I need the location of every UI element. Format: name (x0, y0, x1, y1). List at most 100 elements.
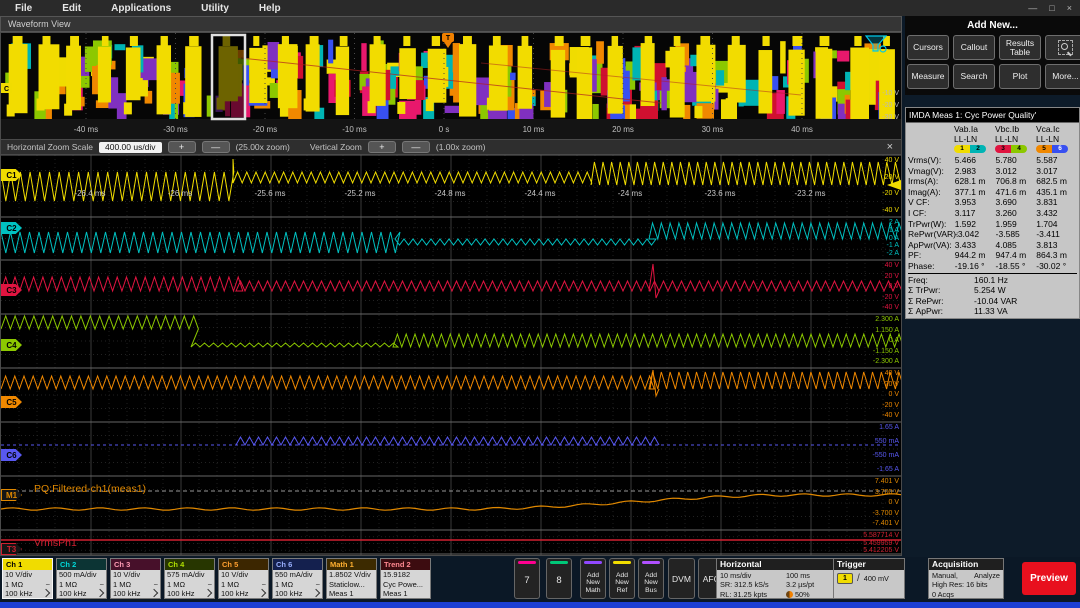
h-zoom-value-field[interactable]: 400.00 us/div (99, 142, 162, 153)
overview-svg[interactable]: -40 ms-30 ms-20 ms-10 ms0 s10 ms20 ms30 … (1, 33, 901, 139)
column-sub: LL-LN (1036, 134, 1077, 144)
badge-line: Meas 1 (329, 590, 374, 599)
badge-ch3[interactable]: Ch 310 V/div1 MΩ~100 kHz (110, 558, 161, 599)
measurement-label: PF: (908, 250, 955, 261)
callout-button[interactable]: Callout (953, 35, 995, 60)
probe-icon (312, 589, 320, 597)
probe-icon (204, 589, 212, 597)
measurement-label: ApPwr(VA): (908, 240, 955, 251)
measurement-value: 944.2 m (955, 250, 996, 261)
menu-help[interactable]: Help (244, 3, 296, 14)
badge-ch4[interactable]: Ch 4575 mA/div1 MΩ~100 kHz (164, 558, 215, 599)
bottom-accent-strip (0, 602, 1080, 608)
badge-line: 1.8502 V/div (329, 571, 374, 580)
add-new-math-button[interactable]: Add New Math (580, 558, 606, 599)
main-waveform-svg[interactable] (1, 155, 901, 555)
badge-ch5[interactable]: Ch 510 V/div1 MΩ~100 kHz (218, 558, 269, 599)
badge-math1[interactable]: Math 11.8502 V/divStaticlow...Meas 1 (326, 558, 377, 599)
badge-header: Ch 6 (273, 559, 322, 570)
acquisition-count: 0 Acqs (932, 590, 1000, 599)
badge-ch6[interactable]: Ch 6550 mA/div1 MΩ~100 kHz (272, 558, 323, 599)
measure-button[interactable]: Measure (907, 64, 949, 89)
badge-line: 500 mA/div (59, 571, 104, 580)
badge-line: 575 mA/div (167, 571, 212, 580)
measurement-label: TrPwr(W): (908, 219, 955, 230)
acquisition-mode: Manual, (932, 571, 958, 580)
add-color-stripe (584, 561, 602, 564)
v-zoom-plus-button[interactable]: + (368, 141, 396, 153)
acquisition-panel[interactable]: Acquisition Manual, Analyze High Res: 16… (928, 558, 1004, 599)
measurement-value: 706.8 m (995, 176, 1036, 187)
more-button[interactable]: More... (1045, 64, 1080, 89)
zoomed-waveform-view[interactable] (0, 154, 902, 556)
channel-7-button[interactable]: 7 (514, 558, 540, 599)
source-badge-3: 3 (995, 145, 1011, 153)
measurement-panel-title[interactable]: IMDA Meas 1: Cyc Power Quality' (906, 108, 1079, 123)
badge-trend2[interactable]: Trend 215.9182Cyc Powe...Meas 1 (380, 558, 431, 599)
source-badge-2: 2 (970, 145, 986, 153)
measurement-results-panel[interactable]: IMDA Meas 1: Cyc Power Quality' Vab.IaLL… (905, 107, 1080, 319)
trigger-panel[interactable]: Trigger 1 / 400 mV (833, 558, 905, 599)
source-badge-5: 5 (1036, 145, 1052, 153)
maximize-icon[interactable]: □ (1049, 3, 1054, 13)
overview-time-label: 10 ms (523, 125, 545, 134)
menu-edit[interactable]: Edit (47, 3, 96, 14)
add-color-stripe (613, 561, 631, 564)
measurement-value: -19.16 ° (955, 261, 996, 272)
measurement-row: Vrms(V):5.4665.7805.587 (908, 155, 1077, 166)
dvm-button[interactable]: DVM (668, 558, 695, 599)
measurement-value: 864.3 m (1036, 250, 1077, 261)
waveform-view-tab[interactable]: Waveform View (0, 16, 902, 32)
h-zoom-factor: (25.00x zoom) (236, 142, 290, 152)
measurement-column: Vab.IaLL-LN12 (954, 124, 995, 155)
measurement-label: Phase: (908, 261, 955, 272)
overview-time-label: 30 ms (702, 125, 724, 134)
search-button[interactable]: Search (953, 64, 995, 89)
plot-button[interactable]: Plot (999, 64, 1041, 89)
measurement-value: 3.012 (995, 166, 1036, 177)
measurement-summary: Freq:160.1 HzΣ TrPwr:5.254 WΣ RePwr:-10.… (908, 273, 1077, 317)
minimize-icon[interactable]: — (1028, 3, 1037, 13)
badge-line: 1 MΩ~ (5, 581, 50, 590)
menu-utility[interactable]: Utility (186, 3, 244, 14)
overview-time-label: 20 ms (612, 125, 634, 134)
source-badge-4: 4 (1011, 145, 1027, 153)
results-table-button[interactable]: Results Table (999, 35, 1041, 60)
measurement-row: Phase:-19.16 °-18.55 °-30.02 ° (908, 261, 1077, 272)
menu-file[interactable]: File (0, 3, 47, 14)
horizontal-panel[interactable]: Horizontal 10 ms/div100 msSR: 312.5 kS/s… (716, 558, 845, 599)
summary-row: Σ RePwr:-10.04 VAR (908, 296, 1077, 307)
h-zoom-minus-button[interactable]: — (202, 141, 230, 153)
measurement-value: 3.953 (955, 197, 996, 208)
badge-ch1[interactable]: Ch 110 V/div1 MΩ~100 kHz (2, 558, 53, 599)
rising-edge-icon: / (857, 573, 860, 584)
badge-body: 500 mA/div1 MΩ~100 kHz (57, 570, 106, 599)
close-icon[interactable]: × (1067, 3, 1072, 13)
measurement-label: Vmag(V): (908, 166, 955, 177)
overview-time-label: 0 s (439, 125, 450, 134)
menu-applications[interactable]: Applications (96, 3, 186, 14)
channel-8-button[interactable]: 8 (546, 558, 572, 599)
measurement-value: 5.587 (1036, 155, 1077, 166)
badge-body: 575 mA/div1 MΩ~100 kHz (165, 570, 214, 599)
badge-line: 100 kHz (5, 590, 50, 599)
badge-header: Trend 2 (381, 559, 430, 570)
add-new-ref-button[interactable]: Add New Ref (609, 558, 635, 599)
cursors-button[interactable]: Cursors (907, 35, 949, 60)
probe-icon (42, 589, 50, 597)
measurement-value: 3.432 (1036, 208, 1077, 219)
h-zoom-plus-button[interactable]: + (168, 141, 196, 153)
add-new-side-buttons: More... (1045, 35, 1080, 89)
measurement-row: Irms(A):628.1 m706.8 m682.5 m (908, 176, 1077, 187)
overview-time-label: -40 ms (74, 125, 98, 134)
badge-ch2[interactable]: Ch 2500 mA/div1 MΩ~100 kHz (56, 558, 107, 599)
measurement-row: Vmag(V):2.9833.0123.017 (908, 166, 1077, 177)
close-zoom-icon[interactable]: × (887, 142, 893, 153)
v-zoom-minus-button[interactable]: — (402, 141, 430, 153)
measurement-value: 3.831 (1036, 197, 1077, 208)
column-name: Vab.Ia (954, 124, 995, 134)
preview-button[interactable]: Preview (1022, 562, 1076, 595)
waveform-overview[interactable]: -40 ms-30 ms-20 ms-10 ms0 s10 ms20 ms30 … (0, 32, 902, 140)
zoom-select-button[interactable] (1045, 35, 1080, 60)
add-new-bus-button[interactable]: Add New Bus (638, 558, 664, 599)
